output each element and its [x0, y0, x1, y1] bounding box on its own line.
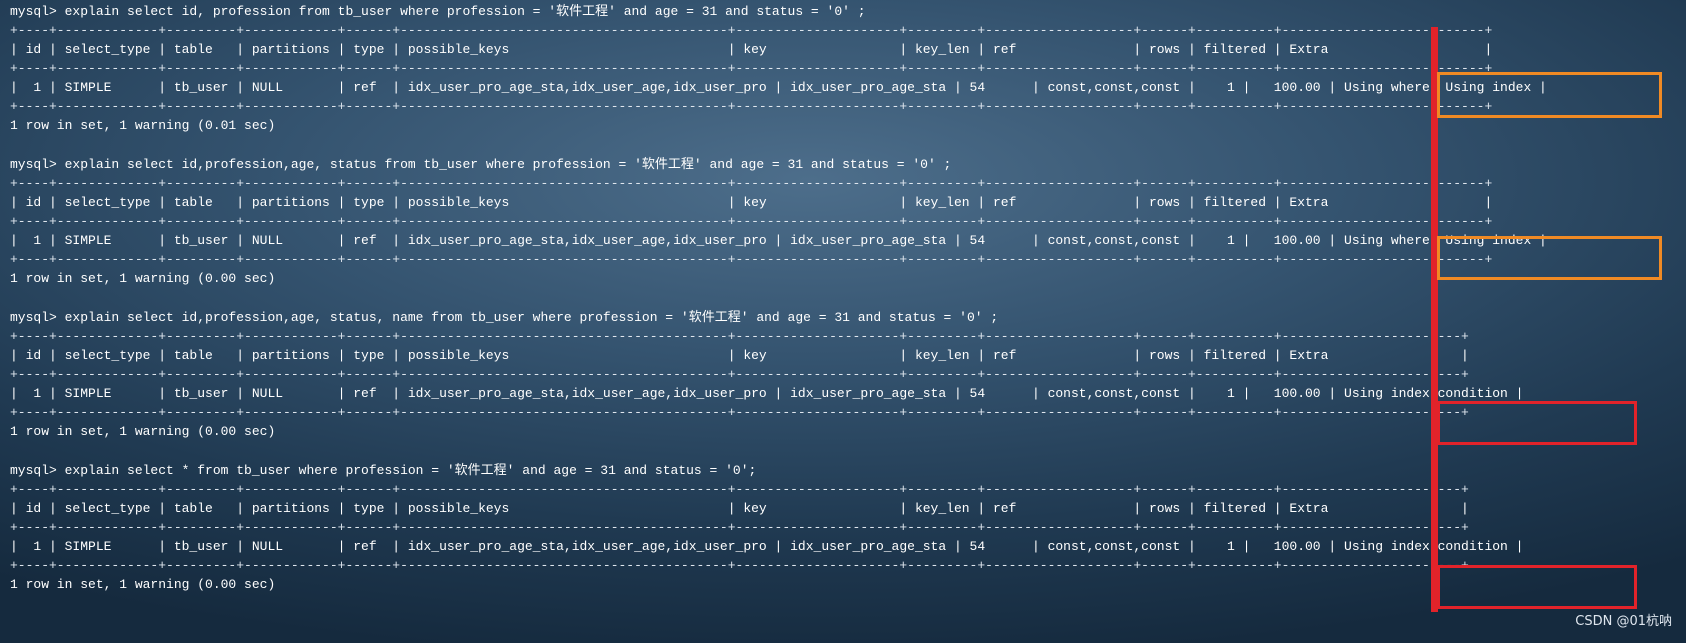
query-command: mysql> explain select id,profession,age,…	[10, 157, 952, 172]
table-row: | 1 | SIMPLE | tb_user | NULL | ref | id…	[10, 80, 1547, 95]
table-border: +----+-------------+---------+----------…	[10, 252, 1493, 267]
table-border: +----+-------------+---------+----------…	[10, 520, 1469, 535]
table-border: +----+-------------+---------+----------…	[10, 176, 1493, 191]
extra-highlight-box-red	[1437, 401, 1637, 445]
table-border: +----+-------------+---------+----------…	[10, 329, 1469, 344]
table-row: | 1 | SIMPLE | tb_user | NULL | ref | id…	[10, 539, 1524, 554]
watermark: CSDN @01杭呐	[1575, 614, 1672, 629]
table-border: +----+-------------+---------+----------…	[10, 23, 1493, 38]
table-header-row: | id | select_type | table | partitions …	[10, 348, 1469, 363]
table-border: +----+-------------+---------+----------…	[10, 99, 1493, 114]
table-row: | 1 | SIMPLE | tb_user | NULL | ref | id…	[10, 233, 1547, 248]
query-command: mysql> explain select id, profession fro…	[10, 4, 866, 19]
extra-highlight-box-red	[1437, 565, 1637, 609]
table-border: +----+-------------+---------+----------…	[10, 405, 1469, 420]
result-summary: 1 row in set, 1 warning (0.00 sec)	[10, 577, 276, 592]
query-command: mysql> explain select id,profession,age,…	[10, 310, 999, 325]
extra-highlight-box-orange	[1437, 236, 1662, 280]
result-summary: 1 row in set, 1 warning (0.00 sec)	[10, 424, 276, 439]
query-command: mysql> explain select * from tb_user whe…	[10, 463, 757, 478]
extra-highlight-box-orange	[1437, 72, 1662, 118]
table-border: +----+-------------+---------+----------…	[10, 61, 1493, 76]
result-summary: 1 row in set, 1 warning (0.00 sec)	[10, 271, 276, 286]
result-summary: 1 row in set, 1 warning (0.01 sec)	[10, 118, 276, 133]
table-border: +----+-------------+---------+----------…	[10, 558, 1469, 573]
table-header-row: | id | select_type | table | partitions …	[10, 42, 1493, 57]
table-row: | 1 | SIMPLE | tb_user | NULL | ref | id…	[10, 386, 1524, 401]
terminal-window[interactable]: mysql> explain select id, profession fro…	[0, 0, 1686, 643]
table-header-row: | id | select_type | table | partitions …	[10, 501, 1469, 516]
table-border: +----+-------------+---------+----------…	[10, 367, 1469, 382]
table-border: +----+-------------+---------+----------…	[10, 482, 1469, 497]
table-border: +----+-------------+---------+----------…	[10, 214, 1493, 229]
table-header-row: | id | select_type | table | partitions …	[10, 195, 1493, 210]
